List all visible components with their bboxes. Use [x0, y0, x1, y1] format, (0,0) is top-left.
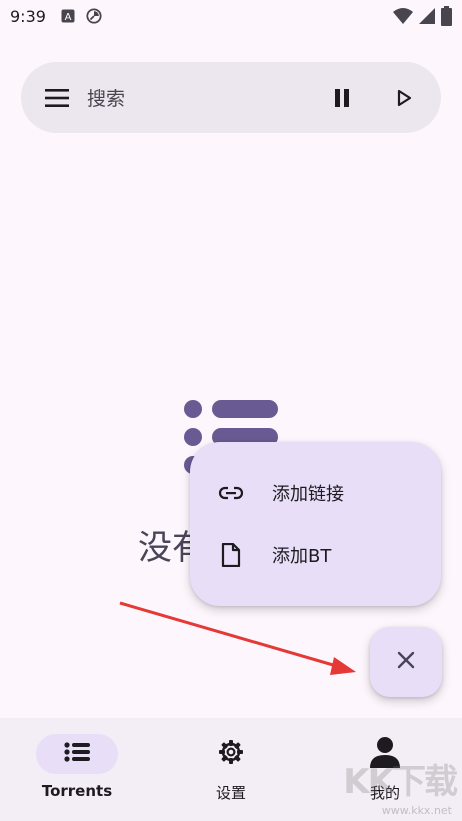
nav-item-profile[interactable]: 我的 — [308, 718, 462, 821]
list-icon — [64, 742, 90, 766]
close-fab-button[interactable] — [370, 627, 442, 697]
search-bar[interactable]: 搜索 — [21, 62, 441, 133]
nav-item-torrents[interactable]: Torrents — [0, 718, 154, 821]
nav-label-profile: 我的 — [369, 784, 400, 802]
add-link-label: 添加链接 — [272, 484, 344, 505]
status-right-icons — [393, 6, 452, 30]
bottom-nav: Torrents 设置 我的 — [0, 718, 462, 821]
fab-menu: 添加链接 添加BT — [190, 442, 441, 606]
add-bt-label: 添加BT — [272, 546, 332, 567]
signal-icon — [419, 7, 435, 29]
wifi-icon — [393, 7, 413, 29]
sync-icon — [86, 8, 102, 24]
status-time: 9:39 — [10, 6, 46, 26]
add-link-menu-item[interactable]: 添加链接 — [190, 462, 441, 524]
add-bt-menu-item[interactable]: 添加BT — [190, 524, 441, 586]
pause-icon[interactable] — [327, 83, 357, 113]
battery-icon — [441, 6, 452, 30]
play-icon[interactable] — [389, 83, 419, 113]
file-icon — [218, 542, 244, 568]
link-icon — [218, 480, 244, 506]
nav-label-settings: 设置 — [215, 784, 246, 802]
gear-icon — [218, 739, 244, 769]
close-icon — [397, 651, 415, 673]
search-input[interactable]: 搜索 — [87, 84, 327, 111]
nav-active-indicator — [36, 734, 118, 774]
nav-item-settings[interactable]: 设置 — [154, 718, 308, 821]
nav-label-torrents: Torrents — [41, 782, 113, 800]
svg-text:A: A — [65, 12, 72, 23]
person-icon — [368, 735, 402, 773]
menu-icon[interactable] — [43, 84, 71, 112]
a-badge-icon: A — [60, 8, 76, 24]
status-bar: 9:39 A — [0, 0, 462, 32]
